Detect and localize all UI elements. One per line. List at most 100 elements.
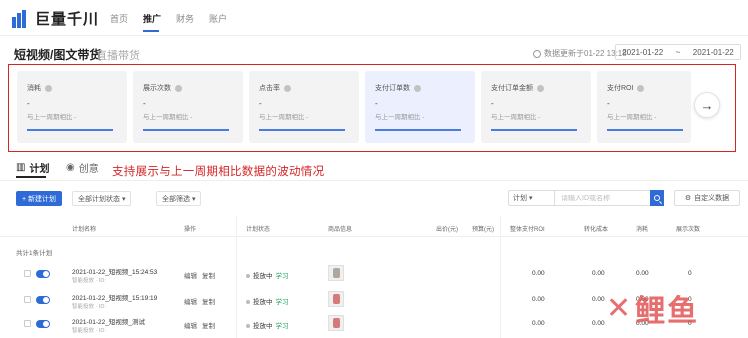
help-icon[interactable] bbox=[284, 84, 291, 92]
tab-plan[interactable]: ▥ 计划 bbox=[16, 160, 49, 175]
next-arrow-icon[interactable]: → bbox=[694, 92, 720, 118]
logo-icon bbox=[12, 9, 30, 28]
annotation-text: 支持展示与上一周期相比数据的波动情况 bbox=[112, 166, 325, 178]
metric-label-text: 消耗 bbox=[27, 85, 41, 92]
metric-label-text: 点击率 bbox=[259, 85, 280, 92]
watermark-text: 鲤鱼 bbox=[635, 295, 700, 328]
metric-value: - bbox=[259, 99, 262, 108]
col-header-conv-cost: 转化成本 bbox=[584, 227, 609, 233]
metric-label: 展示次数 bbox=[143, 83, 182, 93]
cell-cost: 0.00 bbox=[636, 270, 649, 277]
plan-status-filter[interactable]: 全部计划状态 ▾ bbox=[72, 191, 132, 206]
row-checkbox[interactable] bbox=[24, 270, 31, 277]
col-header-cost: 消耗 bbox=[636, 227, 649, 233]
copy-link[interactable]: 复制 bbox=[202, 320, 215, 330]
nav-item-account[interactable]: 账户 bbox=[209, 12, 227, 25]
plan-toggle[interactable] bbox=[36, 320, 50, 328]
metric-label-text: 支付订单金额 bbox=[491, 85, 533, 92]
tab-creative-label: 创意 bbox=[78, 164, 99, 175]
metric-value: - bbox=[607, 99, 610, 108]
plan-name[interactable]: 2021-01-22_短视频_15:24:53 bbox=[72, 266, 157, 276]
metric-compare: 与上一周期相比 - bbox=[143, 114, 193, 121]
nav-item-promote[interactable]: 推广 bbox=[143, 12, 161, 25]
help-icon[interactable] bbox=[637, 84, 645, 92]
row-checkbox[interactable] bbox=[24, 296, 31, 303]
help-icon[interactable] bbox=[537, 84, 544, 92]
metric-trend-line bbox=[259, 129, 345, 131]
creative-icon: ◉ bbox=[66, 162, 75, 173]
metric-label: 支付ROI bbox=[607, 83, 645, 93]
search-button[interactable] bbox=[650, 190, 664, 206]
status-dot bbox=[246, 324, 250, 329]
product-thumbnail[interactable] bbox=[328, 315, 344, 331]
watermark-logo: ✕ 鲤鱼 bbox=[606, 286, 699, 330]
help-icon[interactable] bbox=[45, 84, 52, 92]
metric-card-order-amount[interactable]: 支付订单金额 - 与上一周期相比 - bbox=[481, 71, 591, 143]
custom-data-label: 自定义数据 bbox=[694, 195, 730, 202]
edit-link[interactable]: 编辑 bbox=[184, 270, 197, 280]
copy-link[interactable]: 复制 bbox=[202, 296, 215, 306]
watermark-mark: ✕ bbox=[606, 290, 632, 326]
tab-live[interactable]: 直播带货 bbox=[96, 47, 140, 63]
clock-icon bbox=[533, 49, 541, 58]
metric-card-orders[interactable]: 支付订单数 - 与上一周期相比 - bbox=[365, 71, 475, 143]
page-title[interactable]: 短视频/图文带货 bbox=[14, 46, 101, 63]
col-header-plan-name: 计划名称 bbox=[72, 227, 97, 233]
help-icon[interactable] bbox=[414, 84, 421, 92]
custom-data-button[interactable]: ⚙ 自定义数据 bbox=[674, 190, 740, 206]
cell-conv-cost: 0.00 bbox=[592, 296, 605, 303]
metric-card-impressions[interactable]: 展示次数 - 与上一周期相比 - bbox=[133, 71, 243, 143]
copy-link[interactable]: 复制 bbox=[202, 270, 215, 280]
help-icon[interactable] bbox=[175, 84, 182, 92]
metric-card-cost[interactable]: 消耗 - 与上一周期相比 - bbox=[17, 71, 127, 143]
nav-item-home[interactable]: 首页 bbox=[110, 12, 128, 25]
metric-label: 点击率 bbox=[259, 83, 291, 93]
col-header-product: 商品信息 bbox=[328, 227, 353, 233]
metric-label: 支付订单数 bbox=[375, 83, 421, 93]
cell-roi: 0.00 bbox=[532, 296, 545, 303]
tab-creative[interactable]: ◉ 创意 bbox=[66, 160, 99, 175]
date-end: 2021-01-22 bbox=[692, 47, 734, 57]
new-plan-button[interactable]: + 新建计划 bbox=[16, 191, 62, 206]
search-scope-select[interactable]: 计划 ▾ bbox=[509, 191, 555, 205]
metric-value: - bbox=[143, 99, 146, 108]
product-thumbnail[interactable] bbox=[328, 291, 344, 307]
edit-link[interactable]: 编辑 bbox=[184, 296, 197, 306]
metrics-highlight-box: 消耗 - 与上一周期相比 - 展示次数 - 与上一周期相比 - 点击率 - 与上… bbox=[8, 64, 736, 152]
plan-status: 投放中 学习 bbox=[246, 296, 289, 306]
col-header-roi: 整体支付ROI bbox=[510, 227, 545, 233]
edit-link[interactable]: 编辑 bbox=[184, 320, 197, 330]
metric-card-ctr[interactable]: 点击率 - 与上一周期相比 - bbox=[249, 71, 359, 143]
settings-icon: ⚙ bbox=[684, 195, 692, 202]
all-filter[interactable]: 全部筛选 ▾ bbox=[156, 191, 202, 206]
metric-label: 消耗 bbox=[27, 83, 52, 93]
app-logo[interactable]: 巨量千川 bbox=[12, 8, 99, 29]
date-range-picker[interactable]: 2021-01-22 ~ 2021-01-22 bbox=[615, 44, 741, 60]
plan-name[interactable]: 2021-01-22_短视频_15:19:19 bbox=[72, 292, 157, 302]
metric-card-roi[interactable]: 支付ROI - 与上一周期相比 - bbox=[597, 71, 691, 143]
plan-toggle[interactable] bbox=[36, 296, 50, 304]
product-thumbnail[interactable] bbox=[328, 265, 344, 281]
metric-value: - bbox=[491, 99, 494, 108]
search-input[interactable] bbox=[555, 194, 663, 202]
cell-roi: 0.00 bbox=[532, 270, 545, 277]
metric-compare: 与上一周期相比 - bbox=[607, 114, 657, 121]
nav-item-finance[interactable]: 财务 bbox=[176, 12, 194, 25]
metric-compare: 与上一周期相比 - bbox=[27, 114, 77, 121]
metric-label-text: 支付订单数 bbox=[375, 85, 410, 92]
chart-icon: ▥ bbox=[16, 162, 26, 173]
status-dot bbox=[246, 274, 250, 279]
divider bbox=[0, 180, 748, 181]
metric-trend-line bbox=[491, 129, 577, 131]
plan-status: 投放中 学习 bbox=[246, 320, 289, 330]
metric-value: - bbox=[375, 99, 378, 108]
plan-toggle[interactable] bbox=[36, 270, 50, 278]
row-checkbox[interactable] bbox=[24, 320, 31, 327]
metric-value: - bbox=[27, 99, 30, 108]
col-header-shows: 展示次数 bbox=[676, 227, 701, 233]
plan-name[interactable]: 2021-01-22_短视频_测试 bbox=[72, 316, 145, 326]
metric-trend-line bbox=[607, 129, 683, 131]
cell-shows: 0 bbox=[688, 270, 692, 277]
col-header-status: 计划状态 bbox=[246, 227, 271, 233]
plan-sub: 智能投放 · ID: bbox=[72, 278, 106, 284]
